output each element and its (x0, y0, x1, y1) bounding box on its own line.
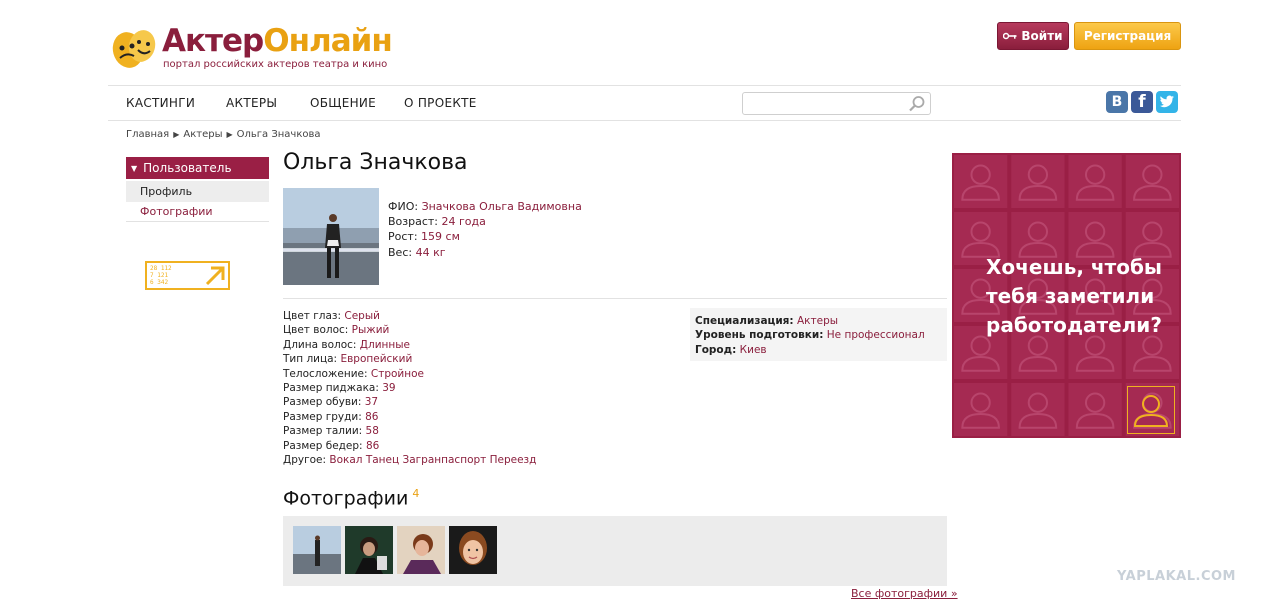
all-photos-link[interactable]: Все фотографии » (851, 587, 958, 600)
detail-row: Цвет волос: Рыжий (283, 324, 390, 337)
triangle-down-icon: ▼ (131, 163, 138, 173)
nav-about[interactable]: О ПРОЕКТЕ (404, 96, 477, 110)
sidebar-item-photos[interactable]: Фотографии (126, 202, 269, 222)
photo-thumbnail[interactable] (449, 526, 497, 574)
theater-masks-icon (112, 30, 156, 68)
promo-banner[interactable]: Хочешь, чтобы тебя заметили работодатели… (952, 153, 1181, 438)
search-icon[interactable] (908, 95, 926, 113)
visitor-counter[interactable]: 28 112 7 121 6 342 (145, 261, 230, 290)
sidebar-header-label: Пользователь (143, 161, 232, 175)
vk-icon[interactable]: B (1106, 91, 1128, 113)
site-logo[interactable]: АктерОнлайн портал российских актеров те… (110, 23, 393, 75)
breadcrumb-separator: ▶ (173, 130, 180, 139)
login-label: Войти (1021, 29, 1063, 43)
info-row-weight: Вес: 44 кг (388, 245, 446, 259)
banner-user-tile (1011, 155, 1065, 208)
detail-row: Тип лица: Европейский (283, 353, 413, 366)
profile-photo[interactable] (283, 188, 379, 285)
breadcrumb-home[interactable]: Главная (126, 129, 169, 140)
sidebar-header[interactable]: ▼ Пользователь (126, 157, 269, 179)
detail-row: Телосложение: Стройное (283, 367, 424, 380)
profile-details: Цвет глаз: Серый Цвет волос: Рыжий Длина… (283, 309, 536, 467)
page-title: Ольга Значкова (283, 150, 468, 175)
profile-photo-image (283, 188, 379, 285)
detail-row: Цвет глаз: Серый (283, 310, 380, 322)
watermark: YAPLAKAL.COM (1117, 569, 1236, 584)
photo-thumbnail[interactable] (397, 526, 445, 574)
banner-user-box (1127, 386, 1175, 434)
login-button[interactable]: Войти (997, 22, 1069, 50)
nav-actors[interactable]: АКТЕРЫ (226, 96, 277, 110)
detail-row: Размер пиджака: 39 (283, 382, 396, 395)
detail-row: Другое: Вокал Танец Загранпаспорт Переез… (283, 454, 537, 467)
search-box (742, 92, 931, 115)
detail-row: Размер обуви: 37 (283, 396, 379, 409)
banner-user-tile (1011, 383, 1065, 436)
section-divider (283, 298, 947, 299)
info-row-age: Возраст: 24 года (388, 215, 486, 229)
user-icon (1133, 395, 1169, 427)
photos-section-title: Фотографии 4 (283, 487, 420, 510)
register-button[interactable]: Регистрация (1074, 22, 1181, 50)
specialization-box: Специализация: Актеры Уровень подготовки… (690, 308, 947, 361)
nav-divider-top (108, 85, 1181, 86)
photo-thumbnail[interactable] (345, 526, 393, 574)
sidebar-item-profile[interactable]: Профиль (126, 181, 269, 202)
basic-info: ФИО: Значкова Ольга Вадимовна Возраст: 2… (388, 199, 582, 260)
photo-gallery (283, 516, 947, 586)
facebook-icon[interactable]: f (1131, 91, 1153, 113)
breadcrumb-separator: ▶ (226, 130, 233, 139)
breadcrumb-actors[interactable]: Актеры (183, 129, 222, 140)
arrow-up-right-icon (205, 266, 225, 286)
spec-row: Город: Киев (695, 343, 767, 356)
banner-user-tile (1125, 155, 1179, 208)
detail-row: Размер груди: 86 (283, 410, 379, 423)
photo-thumbnail[interactable] (293, 526, 341, 574)
detail-row: Размер бедер: 86 (283, 439, 380, 452)
breadcrumb-current: Ольга Значкова (236, 129, 321, 140)
detail-row: Размер талии: 58 (283, 425, 379, 438)
search-input[interactable] (749, 94, 909, 115)
info-row-height: Рост: 159 см (388, 230, 460, 244)
detail-row: Длина волос: Длинные (283, 338, 410, 351)
nav-divider-bottom (108, 120, 1181, 121)
spec-row: Специализация: Актеры (695, 315, 839, 327)
key-icon (1003, 32, 1017, 40)
info-row-fio: ФИО: Значкова Ольга Вадимовна (388, 200, 582, 213)
photos-count: 4 (412, 487, 420, 500)
banner-user-tile (1068, 155, 1122, 208)
bird-icon (1159, 95, 1174, 108)
banner-text: Хочешь, чтобы тебя заметили работодатели… (986, 255, 1163, 337)
twitter-icon[interactable] (1156, 91, 1178, 113)
banner-user-tile (1068, 383, 1122, 436)
breadcrumb: Главная ▶ Актеры ▶ Ольга Значкова (126, 129, 321, 140)
counter-numbers: 28 112 7 121 6 342 (150, 265, 172, 286)
nav-castings[interactable]: КАСТИНГИ (126, 96, 195, 110)
spec-row: Уровень подготовки: Не профессионал (695, 329, 925, 342)
logo-text: АктерОнлайн (162, 23, 393, 59)
logo-tagline: портал российских актеров театра и кино (163, 59, 388, 70)
banner-user-tile (954, 383, 1008, 436)
banner-user-tile (954, 155, 1008, 208)
nav-communication[interactable]: ОБЩЕНИЕ (310, 96, 376, 110)
